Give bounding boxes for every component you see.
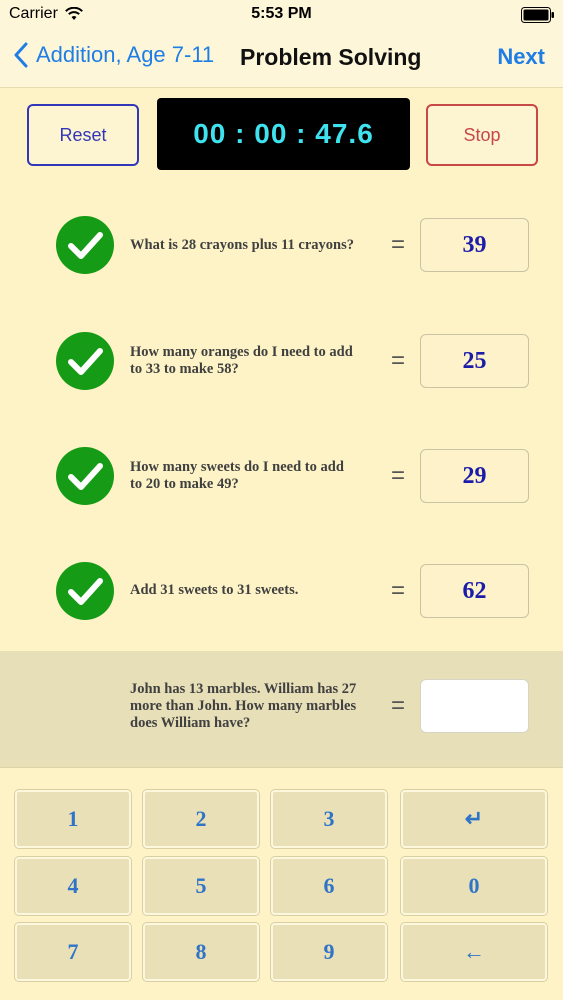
key-1[interactable]: 1 [15, 790, 131, 848]
checkmark-circle-icon [56, 562, 114, 620]
question-text: John has 13 marbles. William has 27 more… [130, 681, 382, 732]
chevron-left-icon [14, 42, 28, 68]
question-row: Add 31 sweets to 31 sweets. = 62 [0, 551, 563, 631]
question-text: How many oranges do I need to add to 33 … [130, 344, 382, 378]
answer-field[interactable]: 29 [420, 449, 529, 503]
equals-sign: = [391, 347, 406, 374]
key-backspace[interactable]: ← [401, 923, 547, 981]
answer-field-active[interactable] [420, 679, 529, 733]
equals-sign: = [391, 692, 406, 719]
question-row: How many sweets do I need to add to 20 t… [0, 436, 563, 516]
status-bar: Carrier 5:53 PM [0, 0, 563, 30]
battery-icon [521, 7, 554, 23]
question-text: Add 31 sweets to 31 sweets. [130, 582, 382, 599]
question-line: How many sweets do I need to add [130, 459, 344, 475]
next-button[interactable]: Next [497, 44, 545, 70]
question-line: John has 13 marbles. William has 27 [130, 681, 357, 697]
question-line: to 20 to make 49? [130, 476, 239, 492]
equals-sign: = [391, 231, 406, 258]
answer-field[interactable]: 62 [420, 564, 529, 618]
keypad-divider [0, 767, 563, 768]
answer-field[interactable]: 39 [420, 218, 529, 272]
question-line: Add 31 sweets to 31 sweets. [130, 582, 299, 598]
stop-button[interactable]: Stop [426, 104, 538, 166]
key-2[interactable]: 2 [143, 790, 259, 848]
question-row: How many oranges do I need to add to 33 … [0, 321, 563, 401]
equals-sign: = [391, 577, 406, 604]
navigation-bar: Addition, Age 7-11 Problem Solving Next [0, 30, 563, 88]
question-line: What is 28 crayons plus 11 crayons? [130, 237, 354, 253]
back-button-label: Addition, Age 7-11 [36, 42, 215, 67]
key-4[interactable]: 4 [15, 857, 131, 915]
key-6[interactable]: 6 [271, 857, 387, 915]
key-9[interactable]: 9 [271, 923, 387, 981]
checkmark-circle-icon [56, 332, 114, 390]
checkmark-circle-icon [56, 447, 114, 505]
equals-sign: = [391, 462, 406, 489]
checkmark-circle-icon [56, 216, 114, 274]
key-5[interactable]: 5 [143, 857, 259, 915]
question-text: What is 28 crayons plus 11 crayons? [130, 237, 382, 254]
question-line: does William have? [130, 715, 251, 731]
key-3[interactable]: 3 [271, 790, 387, 848]
key-7[interactable]: 7 [15, 923, 131, 981]
question-text: How many sweets do I need to add to 20 t… [130, 459, 382, 493]
key-0[interactable]: 0 [401, 857, 547, 915]
question-row: What is 28 crayons plus 11 crayons? = 39 [0, 205, 563, 285]
answer-field[interactable]: 25 [420, 334, 529, 388]
question-line: How many oranges do I need to add [130, 344, 353, 360]
question-line: to 33 to make 58? [130, 361, 239, 377]
page-title: Problem Solving [240, 44, 422, 70]
question-line: more than John. How many marbles [130, 698, 357, 714]
key-8[interactable]: 8 [143, 923, 259, 981]
back-button[interactable]: Addition, Age 7-11 [14, 42, 214, 68]
timer-display: 00 : 00 : 47.6 [157, 98, 410, 170]
question-row-active: John has 13 marbles. William has 27 more… [0, 666, 563, 746]
key-enter[interactable]: ↵ [401, 790, 547, 848]
status-time: 5:53 PM [251, 5, 312, 22]
reset-button[interactable]: Reset [27, 104, 139, 166]
